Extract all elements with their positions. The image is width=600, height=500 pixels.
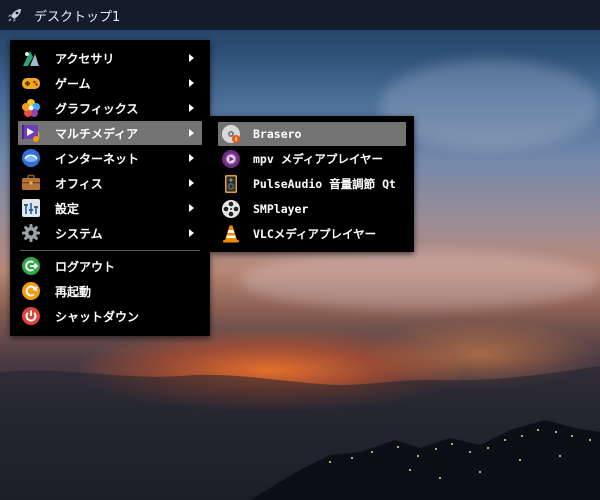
settings-icon <box>21 198 41 218</box>
multimedia-icon <box>21 123 41 143</box>
submenu-item-mpv[interactable]: mpv メディアプレイヤー <box>218 147 406 171</box>
submenu-arrow-icon <box>189 79 194 87</box>
menu-item-internet[interactable]: インターネット <box>18 146 202 170</box>
menu-separator <box>20 250 200 251</box>
menu-item-system[interactable]: システム <box>18 221 202 245</box>
mpv-icon <box>221 149 241 169</box>
restart-icon <box>21 281 41 301</box>
speaker-icon <box>221 174 241 194</box>
submenu-arrow-icon <box>189 179 194 187</box>
application-menu: アクセサリ ゲーム グラフィックス マルチメディア インターネット オフィス 設… <box>10 40 210 336</box>
submenu-item-brasero[interactable]: Brasero <box>218 122 406 146</box>
graphics-icon <box>21 98 41 118</box>
gamepad-icon <box>21 73 41 93</box>
submenu-item-vlc[interactable]: VLCメディアプレイヤー <box>218 222 406 246</box>
menu-item-restart[interactable]: 再起動 <box>18 279 202 303</box>
submenu-item-pulseaudio[interactable]: PulseAudio 音量調節 Qt <box>218 172 406 196</box>
vlc-cone-icon <box>221 224 241 244</box>
menu-item-multimedia[interactable]: マルチメディア <box>18 121 202 145</box>
multimedia-submenu: Brasero mpv メディアプレイヤー PulseAudio 音量調節 Qt <box>210 116 414 252</box>
menu-item-games[interactable]: ゲーム <box>18 71 202 95</box>
menu-item-graphics[interactable]: グラフィックス <box>18 96 202 120</box>
submenu-arrow-icon <box>189 229 194 237</box>
submenu-arrow-icon <box>189 154 194 162</box>
internet-icon <box>21 148 41 168</box>
menu-item-logout[interactable]: ログアウト <box>18 254 202 278</box>
power-icon <box>21 306 41 326</box>
accessories-icon <box>21 48 41 68</box>
submenu-arrow-icon <box>189 54 194 62</box>
desktop-name: デスクトップ1 <box>34 9 121 25</box>
logout-icon <box>21 256 41 276</box>
taskbar: デスクトップ1 <box>0 0 600 30</box>
submenu-arrow-icon <box>189 204 194 212</box>
submenu-arrow-icon <box>189 129 194 137</box>
menu-item-shutdown[interactable]: シャットダウン <box>18 304 202 328</box>
menu-item-accessories[interactable]: アクセサリ <box>18 46 202 70</box>
disc-burner-icon <box>221 124 241 144</box>
rocket-icon[interactable] <box>0 0 30 30</box>
briefcase-icon <box>21 173 41 193</box>
film-reel-icon <box>221 199 241 219</box>
gear-icon <box>21 223 41 243</box>
menu-item-settings[interactable]: 設定 <box>18 196 202 220</box>
menu-item-office[interactable]: オフィス <box>18 171 202 195</box>
submenu-item-smplayer[interactable]: SMPlayer <box>218 197 406 221</box>
submenu-arrow-icon <box>189 104 194 112</box>
